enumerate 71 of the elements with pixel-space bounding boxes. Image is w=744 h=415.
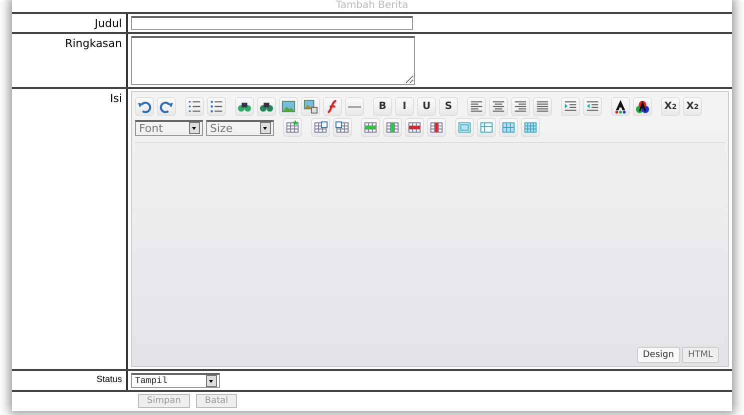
- format-button[interactable]: B: [373, 97, 392, 116]
- table-cell-button[interactable]: [499, 118, 518, 137]
- table-row-button[interactable]: [405, 118, 424, 137]
- table-column-button[interactable]: [333, 118, 352, 137]
- justify-icon: [535, 99, 550, 114]
- table-cell-icon: [457, 120, 472, 135]
- bullet-list-button[interactable]: [207, 97, 226, 116]
- dropdown[interactable]: Size: [206, 120, 274, 136]
- align-left-icon: [469, 99, 484, 114]
- table-column-icon: [335, 120, 350, 135]
- redo-icon: [159, 99, 174, 114]
- align-center-icon: [491, 99, 506, 114]
- text-area[interactable]: [131, 36, 415, 85]
- bullet-list-icon: [209, 99, 224, 114]
- flash-button[interactable]: [323, 97, 342, 116]
- indent-icon: [563, 99, 578, 114]
- field-label: Status: [12, 371, 128, 390]
- binoculars-button[interactable]: [257, 97, 276, 116]
- table-column-icon: [429, 120, 444, 135]
- picture-icon: [281, 99, 296, 114]
- font-color-button[interactable]: [611, 97, 630, 116]
- highlight-color-icon: [635, 99, 650, 114]
- format-button[interactable]: I: [395, 97, 414, 116]
- redo-button[interactable]: [157, 97, 176, 116]
- align-right-button[interactable]: [511, 97, 530, 116]
- field-label: Ringkasan: [12, 34, 128, 87]
- table-cell-button[interactable]: [455, 118, 474, 137]
- table-row-button[interactable]: [361, 118, 380, 137]
- table-icon: [285, 120, 300, 135]
- table-column-button[interactable]: [383, 118, 402, 137]
- table-cell-icon: [479, 120, 494, 135]
- table-row-icon: [363, 120, 378, 135]
- pictures-icon: [303, 99, 318, 114]
- table-cell-button[interactable]: [477, 118, 496, 137]
- field-label: Isi: [12, 89, 128, 369]
- outdent-icon: [585, 99, 600, 114]
- outdent-button[interactable]: [583, 97, 602, 116]
- numbered-list-icon: [187, 99, 202, 114]
- table-cell-icon: [501, 120, 516, 135]
- table-button[interactable]: [283, 118, 302, 137]
- align-left-button[interactable]: [467, 97, 486, 116]
- table-cell-icon: [523, 120, 538, 135]
- page-title: Tambah Berita: [334, 0, 410, 12]
- table-column-icon: [385, 120, 400, 135]
- justify-button[interactable]: [533, 97, 552, 116]
- undo-button[interactable]: [135, 97, 154, 116]
- align-center-button[interactable]: [489, 97, 508, 116]
- mode-tab[interactable]: HTML: [682, 347, 719, 363]
- undo-icon: [137, 99, 152, 114]
- picture-button[interactable]: [279, 97, 298, 116]
- mode-tab[interactable]: Design: [636, 347, 680, 363]
- table-cell-button[interactable]: [521, 118, 540, 137]
- pictures-button[interactable]: [301, 97, 320, 116]
- field-label: Judul: [12, 14, 128, 32]
- format-button[interactable]: S: [439, 97, 458, 116]
- horizontal-line-button[interactable]: [345, 97, 364, 116]
- format-button[interactable]: U: [417, 97, 436, 116]
- indent-button[interactable]: [561, 97, 580, 116]
- dropdown[interactable]: Font: [135, 120, 203, 136]
- font-color-icon: [613, 99, 628, 114]
- numbered-list-button[interactable]: [185, 97, 204, 116]
- horizontal-line-icon: [348, 106, 361, 108]
- text-field[interactable]: [131, 16, 413, 30]
- table-column-icon: [313, 120, 328, 135]
- status-dropdown[interactable]: Tampil: [131, 373, 220, 388]
- table-row-icon: [407, 120, 422, 135]
- binoculars-button[interactable]: [235, 97, 254, 116]
- table-column-button[interactable]: [311, 118, 330, 137]
- highlight-color-button[interactable]: [633, 97, 652, 116]
- align-right-icon: [513, 99, 528, 114]
- table-column-button[interactable]: [427, 118, 446, 137]
